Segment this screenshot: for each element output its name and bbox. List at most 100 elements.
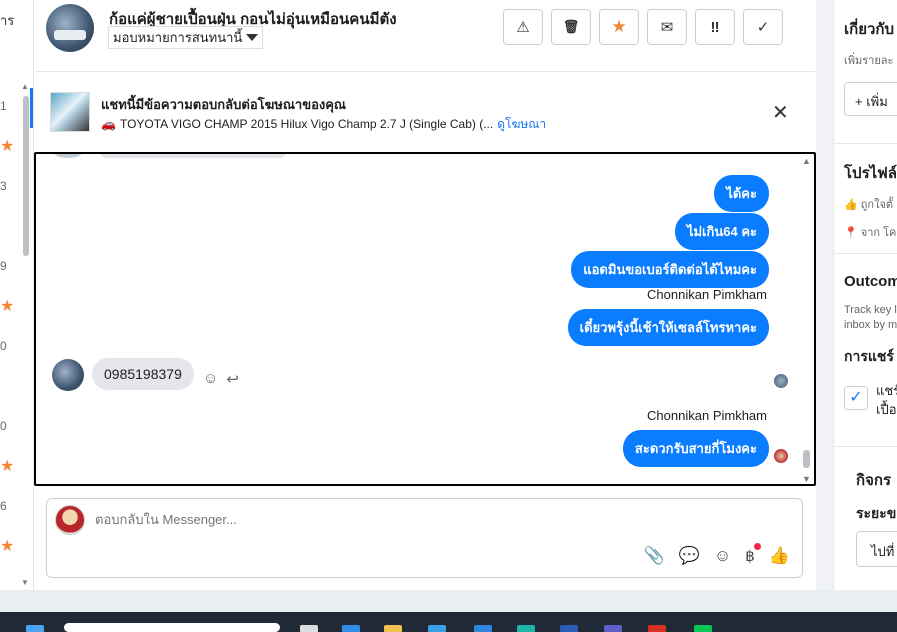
os-taskbar <box>0 612 897 632</box>
app-icon[interactable] <box>517 625 535 632</box>
ad-name: TOYOTA VIGO CHAMP 2015 Hilux Vigo Champ … <box>119 117 494 131</box>
outgoing-message-bubble[interactable]: เดี๋ยวพรุ้งนี้เช้าให้เซลล์โทรหาคะ <box>567 309 769 346</box>
about-title: เกี่ยวกับ <box>844 21 895 38</box>
outgoing-message-bubble[interactable]: ได้คะ <box>714 175 769 212</box>
panel-gutter <box>816 0 834 590</box>
chevron-down-icon <box>246 34 259 41</box>
star-icon[interactable]: ★ <box>0 536 14 556</box>
checkbox-label: เปื้อ <box>876 402 897 417</box>
view-ad-link[interactable]: ดูโฆษณา <box>497 117 546 131</box>
composer-toolbar: 📎 💬 ☺ ฿ 👍 <box>644 543 790 566</box>
star-button[interactable]: ★ <box>599 9 639 45</box>
messenger-inbox-window: าร 1 ★ 3 9 ★ 0 0 ★ 6 ★ ▲ ▼ ก้อแค่ผู้ชายเ… <box>0 0 897 632</box>
paperclip-icon[interactable]: 📎 <box>644 546 665 566</box>
react-emoji-icon[interactable]: ☺ <box>203 370 218 388</box>
reply-input[interactable] <box>95 512 615 527</box>
divider <box>834 253 897 254</box>
scroll-down-arrow-icon[interactable]: ▼ <box>21 578 29 587</box>
app-icon[interactable] <box>300 625 318 632</box>
ad-reply-banner: แชทนี้มีข้อความตอบกลับต่อโฆษณาของคุณ 🚗 TO… <box>35 72 815 150</box>
location-pin-icon: 📍 <box>844 227 861 239</box>
period-select[interactable]: ไปที่ <box>856 531 897 567</box>
conversation-actions: ⚠ 🗑 ★ ✉ ‼ ✓ <box>503 9 783 45</box>
contact-avatar <box>53 154 83 158</box>
scroll-up-arrow-icon[interactable]: ▲ <box>802 156 811 166</box>
app-icon[interactable] <box>474 625 492 632</box>
scroll-up-arrow-icon[interactable]: ▲ <box>21 82 29 91</box>
conversation-list-strip[interactable]: าร 1 ★ 3 9 ★ 0 0 ★ 6 ★ ▲ ▼ <box>0 0 34 590</box>
follow-up-button[interactable]: ‼ <box>695 9 735 45</box>
outgoing-message-bubble[interactable]: ไม่เกิน64 คะ <box>674 213 769 250</box>
profile-title: โปรไฟล์ <box>844 165 897 182</box>
star-icon[interactable]: ★ <box>0 136 14 156</box>
outcome-title: Outcom <box>844 273 897 290</box>
divider <box>834 143 897 144</box>
star-icon[interactable]: ★ <box>0 296 14 316</box>
conversation-scrollbar[interactable]: ▲ ▼ <box>21 80 30 590</box>
sender-name: Chonnikan Pimkham <box>647 287 767 302</box>
line-icon[interactable] <box>694 625 712 632</box>
activity-title: กิจกร <box>856 472 892 489</box>
conversation-time: 6 <box>0 499 7 513</box>
notification-dot <box>753 543 761 550</box>
outcome-description: inbox by m <box>844 319 897 331</box>
ad-reply-title: แชทนี้มีข้อความตอบกลับต่อโฆษณาของคุณ <box>101 97 346 112</box>
outgoing-message-bubble[interactable]: แอดมินขอเบอร์ติดต่อได้ไหมคะ <box>571 251 769 288</box>
conversation-time: 3 <box>0 179 7 193</box>
emoji-icon[interactable]: ☺ <box>714 546 731 566</box>
conversation-time: 0 <box>0 419 7 433</box>
app-icon[interactable] <box>428 625 446 632</box>
window-bottom-edge <box>0 590 897 612</box>
double-exclamation-icon: ‼ <box>710 18 720 36</box>
incoming-message-bubble[interactable]: 0985198379 <box>92 358 194 390</box>
app-icon[interactable] <box>560 625 578 632</box>
conversation-time: 0 <box>0 339 7 353</box>
app-icon[interactable] <box>604 625 622 632</box>
assign-conversation-dropdown[interactable]: มอบหมายการสนทนานี้ <box>108 26 264 49</box>
taskbar-search[interactable] <box>64 623 280 632</box>
sender-name: Chonnikan Pimkham <box>647 408 767 423</box>
contact-avatar[interactable] <box>52 359 84 391</box>
contact-details-panel: เกี่ยวกับ เพิ่มรายละ + เพิ่ม โปรไฟล์ 👍 ถ… <box>833 0 897 590</box>
envelope-icon: ✉ <box>660 19 674 36</box>
trash-icon: 🗑 <box>562 19 580 34</box>
outcome-description: Track key l <box>844 304 897 316</box>
chat-bubble-icon[interactable]: 💬 <box>679 546 700 566</box>
thread-scrollbar[interactable]: ▲ ▼ <box>802 156 812 484</box>
add-detail-button[interactable]: + เพิ่ม <box>844 82 897 116</box>
star-icon[interactable]: ★ <box>0 456 14 476</box>
close-icon[interactable]: ✕ <box>772 100 789 125</box>
incoming-message-bubble <box>98 154 288 158</box>
thumbs-up-icon[interactable]: 👍 <box>769 546 790 566</box>
reply-arrow-icon[interactable]: ↩ <box>226 370 239 388</box>
assign-label: มอบหมายการสนทนานี้ <box>113 30 243 45</box>
message-thread[interactable]: ได้คะ ไม่เกิน64 คะ แอดมินขอเบอร์ติดต่อได… <box>34 152 816 486</box>
mark-done-button[interactable]: ✓ <box>743 9 783 45</box>
divider <box>834 446 897 447</box>
scrollbar-thumb[interactable] <box>803 450 810 468</box>
chat-outcome-label: การแชร์ <box>844 348 894 364</box>
thumbs-up-icon: 👍 <box>844 199 861 211</box>
browser-icon[interactable] <box>648 625 666 632</box>
outgoing-message-bubble[interactable]: สะดวกรับสายกี่โมงคะ <box>622 430 769 467</box>
checkbox-label: แชร์ <box>876 383 897 398</box>
message-composer: 📎 💬 ☺ ฿ 👍 <box>46 498 803 578</box>
contact-avatar[interactable] <box>46 4 94 52</box>
report-spam-button[interactable]: ⚠ <box>503 9 543 45</box>
folder-icon[interactable] <box>384 625 402 632</box>
app-icon[interactable] <box>342 625 360 632</box>
scroll-down-arrow-icon[interactable]: ▼ <box>802 474 811 484</box>
mark-unread-button[interactable]: ✉ <box>647 9 687 45</box>
check-icon: ✓ <box>756 19 770 36</box>
selected-indicator <box>30 88 33 128</box>
baht-icon[interactable]: ฿ <box>745 543 761 565</box>
car-icon: 🚗 <box>101 117 116 131</box>
seen-avatar <box>774 374 788 388</box>
seen-avatar <box>774 449 788 463</box>
outcome-checkbox[interactable]: ✓ <box>844 386 868 410</box>
about-subtitle: เพิ่มรายละ <box>844 55 894 67</box>
conversation-time: 9 <box>0 259 7 273</box>
delete-button[interactable]: 🗑 <box>551 9 591 45</box>
start-icon[interactable] <box>26 625 44 632</box>
scrollbar-thumb[interactable] <box>23 96 29 256</box>
